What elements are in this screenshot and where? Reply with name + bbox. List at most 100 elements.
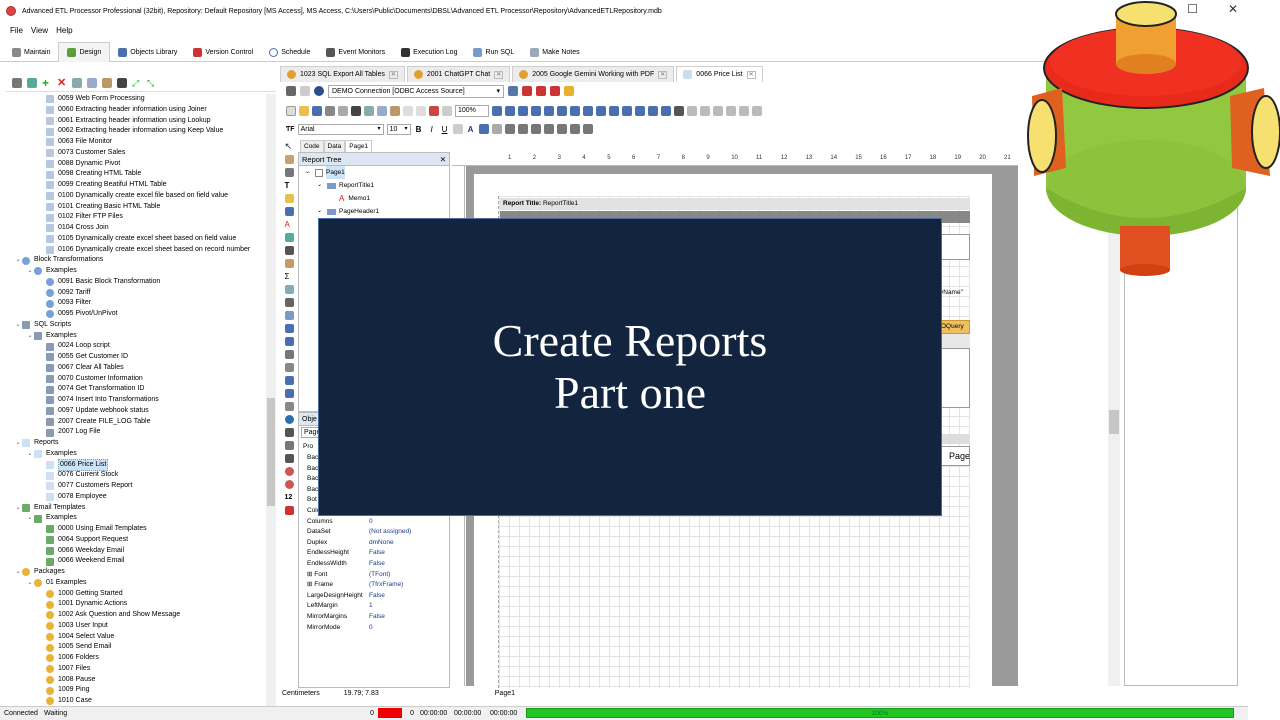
property-row[interactable]: Columns 0 [299, 517, 449, 528]
tree-item[interactable]: 0067 Clear All Tables [6, 363, 270, 374]
font-settings-icon[interactable] [452, 124, 463, 134]
field-name-fragment[interactable]: yName" [940, 286, 970, 302]
format-painter-icon[interactable] [284, 194, 294, 203]
redo-icon[interactable] [416, 106, 426, 116]
chart-tool-icon[interactable] [284, 376, 294, 385]
tree-item[interactable]: 1010 Case [6, 696, 270, 706]
map-icon[interactable] [284, 415, 294, 424]
report-title-band[interactable]: Report Title: ReportTitle1 [500, 198, 970, 210]
tree-item[interactable]: 2007 Create FILE_LOG Table [6, 417, 270, 428]
tab-maintain[interactable]: Maintain [4, 42, 58, 62]
connection-icon[interactable] [314, 86, 324, 96]
number-icon[interactable]: 12 [285, 493, 294, 502]
chevron-down-icon[interactable]: ⌄ [14, 503, 22, 514]
tree-item[interactable]: ⌄ Block Transformations [6, 255, 270, 266]
picture-icon[interactable] [284, 233, 294, 242]
chevron-down-icon[interactable]: ⌄ [14, 255, 22, 266]
sum-icon[interactable]: Σ [285, 272, 294, 281]
cut-icon[interactable] [72, 77, 82, 88]
tree-item[interactable]: 1003 User Input [6, 621, 270, 632]
tree-item[interactable]: 0105 Dynamically create excel sheet base… [6, 234, 270, 245]
report-tree-node-title[interactable]: ⌄ ReportTitle1 [299, 179, 449, 192]
expand-all-icon[interactable]: ⤢ [132, 78, 142, 88]
property-row[interactable]: EndlessHeight False [299, 548, 449, 559]
line-icon[interactable] [284, 324, 294, 333]
center-horizontal-icon[interactable] [622, 106, 632, 116]
tree-item[interactable]: 0088 Dynamic Pivot [6, 159, 270, 170]
close-tab-icon[interactable]: ✕ [388, 70, 398, 79]
tree-item[interactable]: 0070 Customer Information [6, 374, 270, 385]
menu-help[interactable]: Help [56, 26, 72, 35]
chevron-down-icon[interactable]: ⌄ [26, 331, 34, 342]
align-bottom-icon[interactable] [583, 106, 593, 116]
tree-item[interactable]: ⌄ Examples [6, 449, 270, 460]
space-horizontal-icon[interactable] [596, 106, 606, 116]
barcode-icon[interactable] [284, 350, 294, 359]
tree-item[interactable]: 0063 File Monitor [6, 137, 270, 148]
chevron-down-icon[interactable]: ⌄ [26, 449, 34, 460]
shape-icon[interactable] [284, 311, 294, 320]
chevron-down-icon[interactable]: ⌄ [14, 567, 22, 578]
find-icon[interactable] [117, 77, 127, 88]
tree-item[interactable]: 0000 Using Email Templates [6, 524, 270, 535]
tree-item[interactable]: 2007 Log File [6, 427, 270, 438]
tree-item[interactable]: 0101 Creating Basic HTML Table [6, 202, 270, 213]
tree-item[interactable]: 1005 Send Email [6, 642, 270, 653]
text-valign-top-icon[interactable] [556, 124, 567, 134]
tree-item[interactable]: 1000 Getting Started [6, 589, 270, 600]
tree-item[interactable]: 1002 Ask Question and Show Message [6, 610, 270, 621]
close-icon[interactable]: ✕ [440, 153, 446, 166]
new-report-icon[interactable] [286, 106, 296, 116]
zoom-icon[interactable] [284, 168, 294, 177]
tab-version-control[interactable]: Version Control [185, 42, 261, 62]
property-row[interactable]: DataSet (Not assigned) [299, 527, 449, 538]
new-item-icon[interactable] [27, 77, 37, 88]
property-value[interactable]: (TFont) [369, 570, 390, 581]
cut-icon[interactable] [364, 106, 374, 116]
font-name-select[interactable]: Arial [297, 123, 384, 135]
frame-icon[interactable] [752, 106, 762, 116]
tree-item[interactable]: 0091 Basic Block Transformation [6, 277, 270, 288]
tree-item[interactable]: ⌄ Email Templates [6, 503, 270, 514]
calendar-icon[interactable] [522, 86, 532, 96]
paste-icon[interactable] [102, 77, 112, 88]
pointer-icon[interactable]: ↖ [285, 142, 294, 151]
tab-run-sql[interactable]: Run SQL [465, 42, 522, 62]
system-text-icon[interactable] [284, 285, 294, 294]
tree-item[interactable]: 0061 Extracting header information using… [6, 116, 270, 127]
connection-select[interactable]: DEMO Connection [ODBC Access Source] [328, 84, 504, 98]
tree-item[interactable]: 1006 Folders [6, 653, 270, 664]
add-icon[interactable]: + [42, 77, 52, 89]
refresh-icon[interactable] [508, 86, 518, 96]
chevron-down-icon[interactable]: ⌄ [26, 266, 34, 277]
space-vertical-icon[interactable] [609, 106, 619, 116]
tree-item[interactable]: 0062 Extracting header information using… [6, 126, 270, 137]
tab-design[interactable]: Design [58, 42, 111, 62]
tree-item[interactable]: 0097 Update webhook status [6, 406, 270, 417]
print-icon[interactable] [338, 106, 348, 116]
tree-item[interactable]: 0098 Creating HTML Table [6, 169, 270, 180]
text-justify-icon[interactable] [543, 124, 554, 134]
property-value[interactable]: 0 [369, 623, 373, 634]
property-value[interactable]: False [369, 591, 385, 602]
doc-tab-gemini[interactable]: 2005 Google Gemini Working with PDF ✕ [512, 66, 675, 82]
ole-icon[interactable] [284, 363, 294, 372]
paste-icon[interactable] [390, 106, 400, 116]
tree-item[interactable]: ⌄ 01 Examples [6, 578, 270, 589]
design-tab-page1[interactable]: Page1 [345, 140, 373, 152]
tree-item[interactable]: 0059 Web Form Processing [6, 94, 270, 105]
align-center-icon[interactable] [531, 106, 541, 116]
chevron-down-icon[interactable]: ⌄ [14, 320, 22, 331]
tree-item[interactable]: ⌄ Examples [6, 331, 270, 342]
table-tool-icon[interactable] [284, 389, 294, 398]
tree-item[interactable]: ⌄ Packages [6, 567, 270, 578]
report-tree-node-header[interactable]: ⌄ PageHeader1 [299, 205, 449, 218]
align-left-icon[interactable] [518, 106, 528, 116]
tree-item[interactable]: 0100 Dynamically create excel file based… [6, 191, 270, 202]
tree-item[interactable]: 0093 Filter [6, 298, 270, 309]
frame-icon[interactable] [687, 106, 697, 116]
italic-button[interactable]: I [427, 125, 437, 134]
group-icon[interactable] [429, 106, 439, 116]
property-value[interactable]: False [369, 548, 385, 559]
text-align-left-icon[interactable] [504, 124, 515, 134]
